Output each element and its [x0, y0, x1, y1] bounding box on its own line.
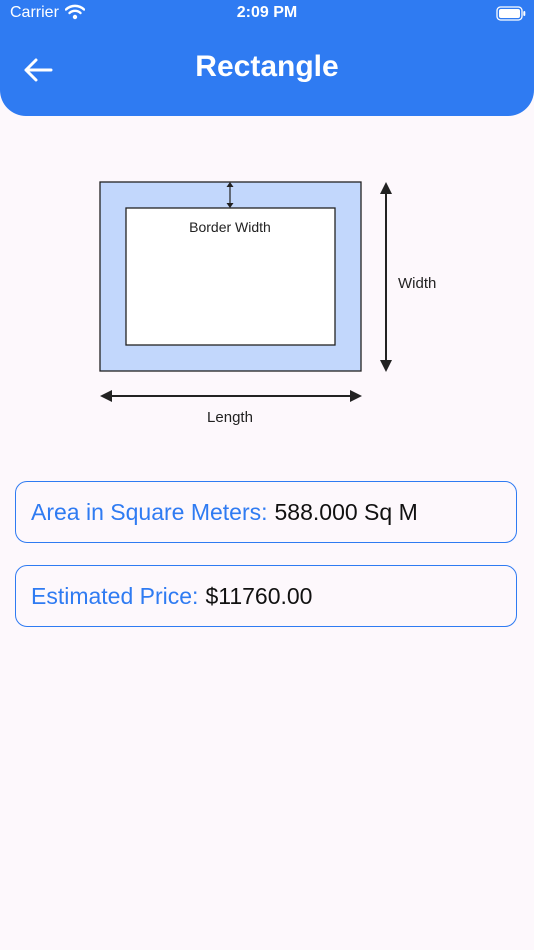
price-result-card: Estimated Price: $11760.00	[15, 565, 517, 627]
length-arrow	[100, 390, 362, 402]
price-label: Estimated Price:	[31, 582, 199, 609]
app-header: Carrier 2:09 PM Rectangle	[0, 0, 534, 116]
battery-icon	[496, 6, 526, 27]
rectangle-diagram: Border Width Width Length	[99, 181, 436, 426]
width-arrow	[380, 182, 392, 372]
price-value: $11760.00	[205, 582, 313, 609]
area-result-card: Area in Square Meters: 588.000 Sq M	[15, 481, 517, 543]
area-value: 588.000 Sq M	[274, 498, 418, 525]
status-time: 2:09 PM	[236, 4, 298, 21]
page-title: Rectangle	[195, 50, 339, 83]
border-width-label: Border Width	[189, 219, 271, 235]
length-label: Length	[207, 409, 253, 426]
area-label: Area in Square Meters:	[31, 498, 268, 525]
width-label: Width	[398, 275, 436, 292]
status-bar: Carrier 2:09 PM	[0, 0, 534, 28]
